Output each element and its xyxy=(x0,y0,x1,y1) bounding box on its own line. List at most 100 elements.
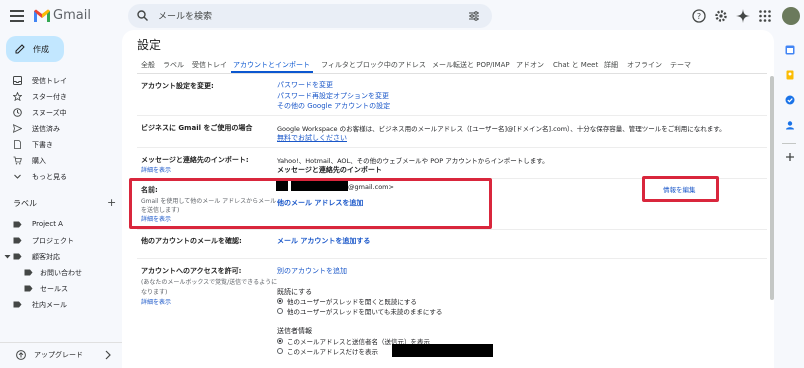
nav-divider xyxy=(0,342,122,343)
nav-item-sent[interactable]: 送信済み xyxy=(0,123,118,135)
tab-chat-meet[interactable]: Chat と Meet xyxy=(553,60,598,70)
send-icon xyxy=(13,124,22,133)
label-item-project-a[interactable]: Project A xyxy=(0,219,118,231)
import-detail-link[interactable]: 詳細を表示 xyxy=(141,165,171,174)
google-account-settings-link[interactable]: その他の Google アカウントの設定 xyxy=(277,101,390,111)
add-addon-icon[interactable] xyxy=(785,152,795,162)
main-menu-icon[interactable] xyxy=(10,10,24,22)
tasks-icon[interactable] xyxy=(785,95,795,105)
label-tag-icon xyxy=(13,237,22,244)
label-item-project[interactable]: プロジェクト xyxy=(0,235,118,247)
caret-down-icon[interactable] xyxy=(4,253,11,260)
inbox-icon xyxy=(13,76,22,85)
nav-item-more[interactable]: もっと見る xyxy=(0,171,118,183)
side-panel xyxy=(774,30,804,368)
nav-item-purchases[interactable]: 購入 xyxy=(0,155,118,167)
gmail-logo-icon[interactable] xyxy=(34,9,50,22)
chevron-down-icon xyxy=(14,174,21,179)
mark-read-option1[interactable]: 他のユーザーがスレッドを開くと既読にする xyxy=(287,296,417,306)
mark-read-option2[interactable]: 他のユーザーがスレッドを開いても未読のままにする xyxy=(287,306,442,316)
add-another-account-link[interactable]: 別のアカウントを追加 xyxy=(277,266,347,276)
label-item-customer[interactable]: 顧客対応 xyxy=(0,251,118,263)
row-divider xyxy=(137,258,767,259)
tab-themes[interactable]: テーマ xyxy=(670,60,691,70)
settings-gear-icon[interactable] xyxy=(714,9,728,23)
label-item-inquiries[interactable]: お問い合わせ xyxy=(0,267,118,279)
account-settings-label: アカウント設定を変更: xyxy=(141,82,214,90)
tab-inbox[interactable]: 受信トレイ xyxy=(192,60,227,70)
brand-name[interactable]: Gmail xyxy=(53,8,91,23)
sender-name-radio-on[interactable] xyxy=(277,338,283,344)
search-bar[interactable]: メールを検索 xyxy=(128,4,492,28)
business-label: ビジネスに Gmail をご使用の場合 xyxy=(141,124,253,132)
side-panel-divider xyxy=(782,143,796,144)
label-name: 顧客対応 xyxy=(32,253,60,261)
label-name: Project A xyxy=(32,220,63,228)
add-label-icon[interactable]: + xyxy=(107,196,116,209)
label-item-internal[interactable]: 社内メール xyxy=(0,299,118,311)
add-mail-account-link[interactable]: メール アカウントを追加する xyxy=(277,236,370,246)
redaction-block xyxy=(392,344,493,357)
business-text: Google Workspace のお客様は、ビジネス用のメールアドレス（[ユー… xyxy=(277,125,726,133)
contacts-icon[interactable] xyxy=(785,120,795,130)
mark-read-radio-on[interactable] xyxy=(277,298,283,304)
password-recovery-link[interactable]: パスワード再設定オプションを変更 xyxy=(277,91,389,101)
tab-general[interactable]: 全般 xyxy=(141,60,155,70)
nav-label: スター付き xyxy=(32,93,67,101)
keep-unread-radio[interactable] xyxy=(277,308,283,314)
tab-addons[interactable]: アドオン xyxy=(516,60,544,70)
tab-accounts-import[interactable]: アカウントとインポート xyxy=(233,60,310,70)
free-trial-link[interactable]: 無料でお試しください xyxy=(277,133,347,143)
svg-text:?: ? xyxy=(697,12,701,21)
label-item-sales[interactable]: セールス xyxy=(0,283,118,295)
upgrade-label: アップグレード xyxy=(34,351,83,359)
nav-item-snoozed[interactable]: スヌーズ中 xyxy=(0,107,118,119)
change-password-link[interactable]: パスワードを変更 xyxy=(277,80,333,90)
address-only-radio[interactable] xyxy=(277,348,283,354)
chevron-right-icon xyxy=(105,350,111,360)
tab-filters[interactable]: フィルタとブロック中のアドレス xyxy=(321,60,426,70)
account-avatar[interactable] xyxy=(782,7,800,25)
check-mail-label: 他のアカウントのメールを確認: xyxy=(141,237,242,245)
star-icon xyxy=(13,92,22,101)
import-label: メッセージと連絡先のインポート: xyxy=(141,156,249,164)
email-address-suffix: @gmail.com> xyxy=(348,183,394,191)
row-divider xyxy=(137,115,767,116)
name-description-line1: Gmail を使用して他のメール アドレスからメール xyxy=(141,198,277,205)
calendar-icon[interactable] xyxy=(785,45,795,55)
upgrade-button[interactable]: アップグレード xyxy=(8,346,114,364)
cart-icon xyxy=(13,156,22,165)
help-icon[interactable]: ? xyxy=(692,9,706,23)
label-name: お問い合わせ xyxy=(40,269,82,277)
search-icon[interactable] xyxy=(137,10,148,21)
nav-item-inbox[interactable]: 受信トレイ xyxy=(0,75,118,87)
nav-label: 送信済み xyxy=(32,125,60,133)
tab-advanced[interactable]: 詳細 xyxy=(604,60,618,70)
keep-icon[interactable] xyxy=(785,70,795,80)
label-tag-icon xyxy=(13,221,22,228)
labels-heading: ラベル xyxy=(13,199,37,208)
tab-forwarding[interactable]: メール転送と POP/IMAP xyxy=(432,60,510,70)
grant-access-description-line2: なります) xyxy=(141,289,168,296)
nav-label: 受信トレイ xyxy=(32,77,67,85)
sender-option2[interactable]: このメールアドレスだけを表示 xyxy=(287,346,378,356)
draft-icon xyxy=(14,140,21,149)
nav-item-starred[interactable]: スター付き xyxy=(0,91,118,103)
import-link[interactable]: メッセージと連絡先のインポート xyxy=(277,165,382,175)
apps-grid-icon[interactable] xyxy=(758,9,772,23)
label-tag-icon xyxy=(13,301,22,308)
nav-item-drafts[interactable]: 下書き xyxy=(0,139,118,151)
search-options-icon[interactable] xyxy=(468,10,480,22)
compose-button[interactable]: 作成 xyxy=(6,36,64,62)
name-detail-link[interactable]: 詳細を表示 xyxy=(141,214,171,223)
add-email-address-link[interactable]: 他のメール アドレスを追加 xyxy=(277,198,363,208)
name-description-line2: を送信します) xyxy=(141,207,180,214)
compose-label: 作成 xyxy=(33,45,49,54)
gemini-sparkle-icon[interactable] xyxy=(736,9,750,23)
tab-labels[interactable]: ラベル xyxy=(163,60,184,70)
redaction-block xyxy=(291,181,348,191)
tab-offline[interactable]: オフライン xyxy=(627,60,662,70)
grant-access-detail-link[interactable]: 詳細を表示 xyxy=(141,297,171,306)
edit-info-link[interactable]: 情報を編集 xyxy=(663,184,696,194)
upgrade-arrow-icon xyxy=(16,350,26,360)
